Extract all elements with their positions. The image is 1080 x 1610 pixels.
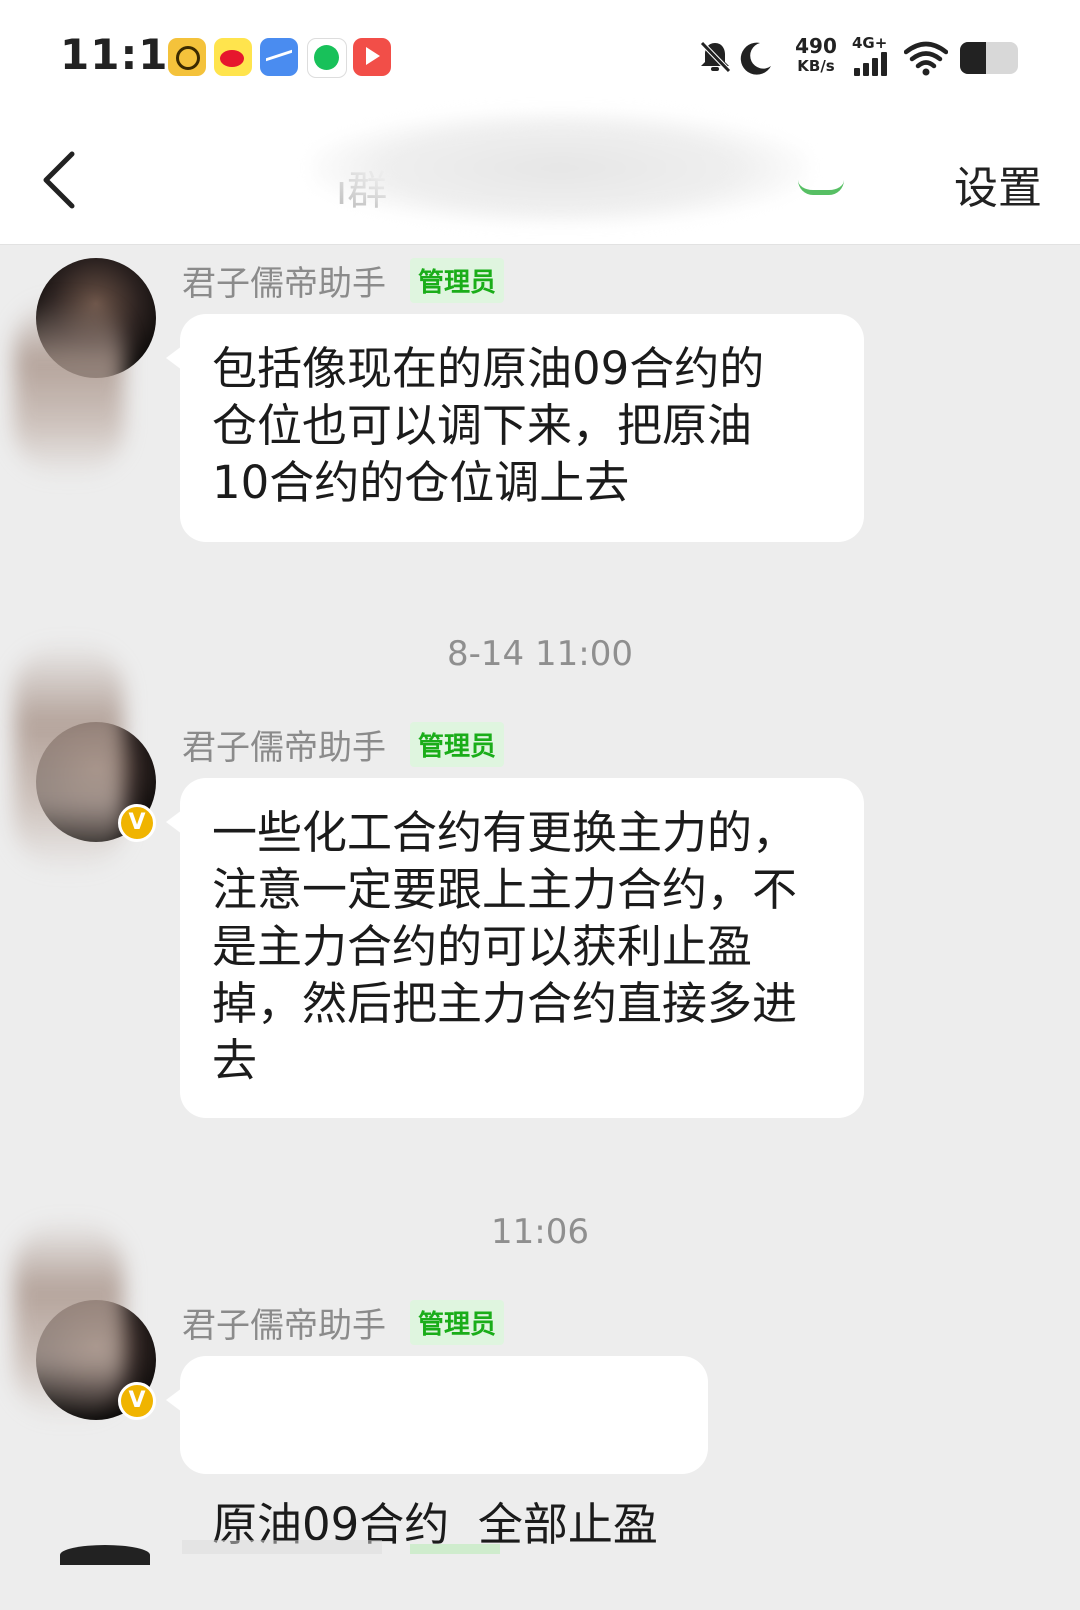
- message-bubble[interactable]: 原油09合约 全部止盈: [166, 1356, 708, 1551]
- network-speed: 490 KB/s: [792, 36, 840, 76]
- sender-avatar[interactable]: V: [14, 1220, 156, 1420]
- group-title-redaction: [310, 110, 810, 226]
- timestamp: 11:06: [491, 1212, 589, 1252]
- timestamp: 8-14 11:00: [447, 634, 633, 674]
- sender-name[interactable]: 君子儒帝助手: [182, 720, 386, 769]
- message-line: 注意一定要跟上主力合约，不: [212, 863, 798, 916]
- settings-button[interactable]: 设置: [954, 152, 1042, 216]
- sender-name[interactable]: 君子儒帝助手: [182, 1298, 386, 1347]
- battery-level: [960, 42, 987, 74]
- message-line: 去: [212, 1034, 258, 1087]
- moon-icon: [740, 42, 771, 75]
- wifi-icon: [904, 41, 948, 76]
- admin-badge: 管理员: [410, 1300, 505, 1345]
- verified-badge-icon: V: [118, 804, 156, 842]
- message-line: 是主力合约的可以获利止盈: [212, 920, 753, 973]
- message-line: 仓位也可以调下来，把原油: [212, 399, 753, 452]
- next-sender-partial: [182, 1540, 382, 1554]
- verified-badge-icon: V: [118, 1382, 156, 1420]
- message-line: 掉，然后把主力合约直接多进: [212, 977, 798, 1030]
- message-bubble[interactable]: 一些化工合约有更换主力的， 注意一定要跟上主力合约，不 是主力合约的可以获利止盈…: [166, 778, 864, 1118]
- green-pig-icon: [307, 38, 347, 78]
- chat-header: ı群 设置: [0, 110, 1080, 245]
- message-line: 一些化工合约有更换主力的，: [212, 806, 798, 859]
- message-line: 包括像现在的原油09合约的: [212, 342, 765, 395]
- bell-off-icon: [700, 41, 731, 73]
- next-badge-partial: [410, 1544, 500, 1554]
- avatar-redaction: [14, 298, 124, 478]
- globe-icon: [168, 38, 206, 76]
- message-line: 10合约的仓位调上去: [212, 456, 630, 509]
- next-avatar-partial: [60, 1545, 150, 1565]
- network-speed-value: 490: [795, 34, 837, 58]
- weibo-icon: [214, 38, 252, 76]
- admin-badge: 管理员: [410, 258, 505, 303]
- signal-icon: 4G+: [852, 34, 892, 80]
- battery-icon: [960, 42, 1018, 74]
- status-bar: 11:19 490 KB/s 4G+: [0, 0, 1080, 110]
- network-type: 4G+: [852, 34, 888, 52]
- message-bubble[interactable]: 包括像现在的原油09合约的 仓位也可以调下来，把原油 10合约的仓位调上去: [166, 314, 864, 542]
- title-green-mark: [798, 180, 844, 195]
- stock-chart-icon: [260, 38, 298, 76]
- avatar-redaction: [14, 642, 124, 872]
- chevron-left-icon[interactable]: [36, 148, 88, 212]
- video-icon: [353, 38, 391, 76]
- avatar-redaction: [14, 1220, 124, 1420]
- sender-avatar[interactable]: V: [14, 642, 156, 872]
- sender-name[interactable]: 君子儒帝助手: [182, 256, 386, 305]
- admin-badge: 管理员: [410, 722, 505, 767]
- sender-avatar[interactable]: [14, 258, 156, 478]
- network-speed-unit: KB/s: [797, 57, 835, 75]
